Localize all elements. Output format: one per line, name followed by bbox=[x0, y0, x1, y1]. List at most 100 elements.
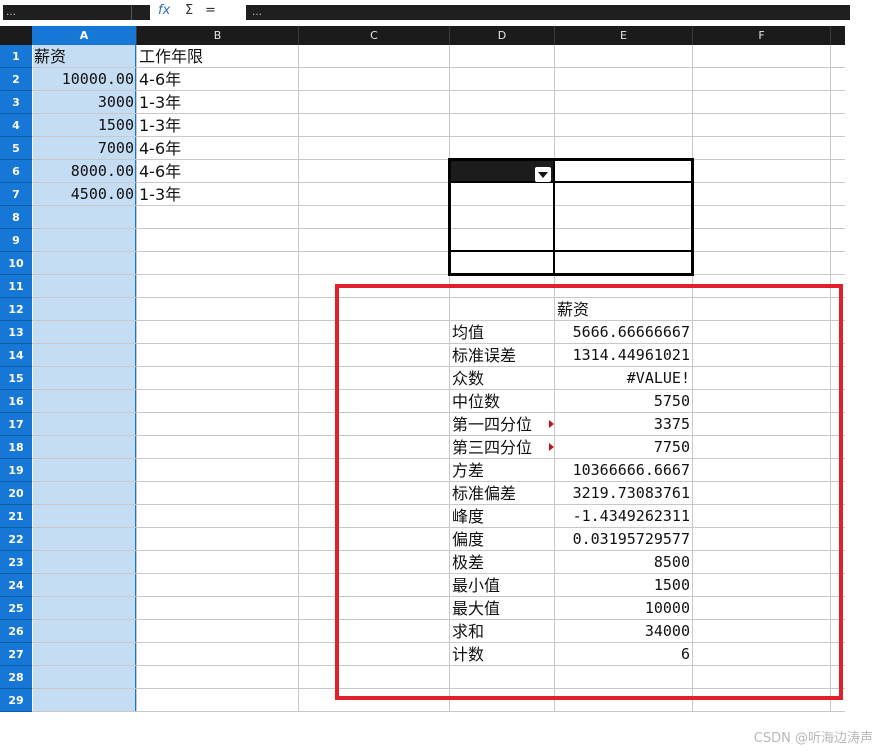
stats-value[interactable]: 5750 bbox=[555, 390, 690, 413]
stats-value[interactable]: 8500 bbox=[555, 551, 690, 574]
row-header-16[interactable]: 16 bbox=[0, 390, 32, 413]
column-header-e[interactable]: E bbox=[555, 26, 693, 45]
row-header-20[interactable]: 20 bbox=[0, 482, 32, 505]
cell-a5[interactable]: 7000 bbox=[32, 137, 134, 160]
stats-label[interactable]: 最小值 bbox=[452, 574, 500, 597]
cell-b3[interactable]: 1-3年 bbox=[139, 91, 181, 114]
column-header-a[interactable]: A bbox=[32, 26, 137, 45]
stats-label[interactable]: 众数 bbox=[452, 367, 484, 390]
stats-label[interactable]: 偏度 bbox=[452, 528, 484, 551]
stats-label[interactable]: 标准偏差 bbox=[452, 482, 516, 505]
gridline-row bbox=[32, 297, 845, 298]
stats-label[interactable]: 求和 bbox=[452, 620, 484, 643]
select-all-corner[interactable] bbox=[0, 26, 32, 45]
stats-label[interactable]: 峰度 bbox=[452, 505, 484, 528]
gridline-row bbox=[32, 458, 845, 459]
column-header-d[interactable]: D bbox=[450, 26, 555, 45]
row-header-26[interactable]: 26 bbox=[0, 620, 32, 643]
row-header-11[interactable]: 11 bbox=[0, 275, 32, 298]
stats-label[interactable]: 中位数 bbox=[452, 390, 500, 413]
stats-label[interactable]: 最大值 bbox=[452, 597, 500, 620]
stats-label[interactable]: 标准误差 bbox=[452, 344, 516, 367]
stats-value[interactable]: 10000 bbox=[555, 597, 690, 620]
gridline-row bbox=[32, 596, 845, 597]
row-header-9[interactable]: 9 bbox=[0, 229, 32, 252]
gridline-row bbox=[32, 711, 845, 712]
watermark: CSDN @听海边涛声 bbox=[753, 731, 873, 746]
row-header-4[interactable]: 4 bbox=[0, 114, 32, 137]
row-header-6[interactable]: 6 bbox=[0, 160, 32, 183]
stats-value[interactable]: 6 bbox=[555, 643, 690, 666]
row-header-14[interactable]: 14 bbox=[0, 344, 32, 367]
cell-b4[interactable]: 1-3年 bbox=[139, 114, 181, 137]
stats-value[interactable]: 1500 bbox=[555, 574, 690, 597]
gridline-row bbox=[32, 573, 845, 574]
row-header-15[interactable]: 15 bbox=[0, 367, 32, 390]
gridline-row bbox=[32, 366, 845, 367]
gridline-col bbox=[136, 45, 137, 712]
row-header-13[interactable]: 13 bbox=[0, 321, 32, 344]
stats-label[interactable]: 计数 bbox=[452, 643, 484, 666]
stats-value[interactable]: 0.03195729577 bbox=[555, 528, 690, 551]
row-header-2[interactable]: 2 bbox=[0, 68, 32, 91]
cell-a3[interactable]: 3000 bbox=[32, 91, 134, 114]
row-header-5[interactable]: 5 bbox=[0, 137, 32, 160]
gridline-row bbox=[32, 481, 845, 482]
gridline-row bbox=[32, 389, 845, 390]
table-border-right bbox=[691, 158, 694, 275]
cell-a6[interactable]: 8000.00 bbox=[32, 160, 134, 183]
row-header-22[interactable]: 22 bbox=[0, 528, 32, 551]
row-header-8[interactable]: 8 bbox=[0, 206, 32, 229]
table-border-inner bbox=[448, 181, 694, 183]
stats-value[interactable]: 1314.44961021 bbox=[555, 344, 690, 367]
gridline-row bbox=[32, 642, 845, 643]
gridline-col bbox=[830, 45, 831, 712]
stats-value[interactable]: 5666.66666667 bbox=[555, 321, 690, 344]
cell-b5[interactable]: 4-6年 bbox=[139, 137, 181, 160]
cell-a1[interactable]: 薪资 bbox=[34, 45, 66, 68]
stats-value[interactable]: 10366666.6667 bbox=[555, 459, 690, 482]
stats-label[interactable]: 极差 bbox=[452, 551, 484, 574]
cell-b2[interactable]: 4-6年 bbox=[139, 68, 181, 91]
stats-label[interactable]: 方差 bbox=[452, 459, 484, 482]
column-header-b[interactable]: B bbox=[137, 26, 299, 45]
column-header-f[interactable]: F bbox=[693, 26, 831, 45]
spreadsheet-grid[interactable]: A B C D E F 1 2 3 4 5 6 7 8 9 10 11 12 13 14 15 16 17 18 19 20 21 2… bbox=[0, 0, 883, 751]
row-header-12[interactable]: 12 bbox=[0, 298, 32, 321]
stats-value[interactable]: 34000 bbox=[555, 620, 690, 643]
row-header-27[interactable]: 27 bbox=[0, 643, 32, 666]
row-header-28[interactable]: 28 bbox=[0, 666, 32, 689]
row-header-18[interactable]: 18 bbox=[0, 436, 32, 459]
cell-b1[interactable]: 工作年限 bbox=[139, 45, 203, 68]
row-header-1[interactable]: 1 bbox=[0, 45, 32, 68]
stats-header[interactable]: 薪资 bbox=[557, 298, 589, 321]
row-header-17[interactable]: 17 bbox=[0, 413, 32, 436]
row-header-24[interactable]: 24 bbox=[0, 574, 32, 597]
row-header-7[interactable]: 7 bbox=[0, 183, 32, 206]
row-header-25[interactable]: 25 bbox=[0, 597, 32, 620]
row-header-29[interactable]: 29 bbox=[0, 689, 32, 712]
gridline-row bbox=[32, 274, 845, 275]
row-header-21[interactable]: 21 bbox=[0, 505, 32, 528]
column-header-c[interactable]: C bbox=[299, 26, 450, 45]
cell-b6[interactable]: 4-6年 bbox=[139, 160, 181, 183]
row-header-19[interactable]: 19 bbox=[0, 459, 32, 482]
cell-a2[interactable]: 10000.00 bbox=[32, 68, 134, 91]
stats-label[interactable]: 第一四分位 bbox=[452, 413, 532, 436]
stats-label[interactable]: 第三四分位 bbox=[452, 436, 532, 459]
table-border-inner bbox=[448, 250, 694, 252]
stats-label[interactable]: 均值 bbox=[452, 321, 484, 344]
cell-b7[interactable]: 1-3年 bbox=[139, 183, 181, 206]
stats-value[interactable]: 7750 bbox=[555, 436, 690, 459]
stats-value[interactable]: -1.4349262311 bbox=[555, 505, 690, 528]
stats-value[interactable]: 3375 bbox=[555, 413, 690, 436]
row-header-3[interactable]: 3 bbox=[0, 91, 32, 114]
stats-value[interactable]: #VALUE! bbox=[555, 367, 690, 390]
gridline-col bbox=[298, 45, 299, 712]
cell-a7[interactable]: 4500.00 bbox=[32, 183, 134, 206]
cell-a4[interactable]: 1500 bbox=[32, 114, 134, 137]
chevron-down-icon[interactable] bbox=[535, 167, 551, 182]
row-header-23[interactable]: 23 bbox=[0, 551, 32, 574]
row-header-10[interactable]: 10 bbox=[0, 252, 32, 275]
stats-value[interactable]: 3219.73083761 bbox=[555, 482, 690, 505]
